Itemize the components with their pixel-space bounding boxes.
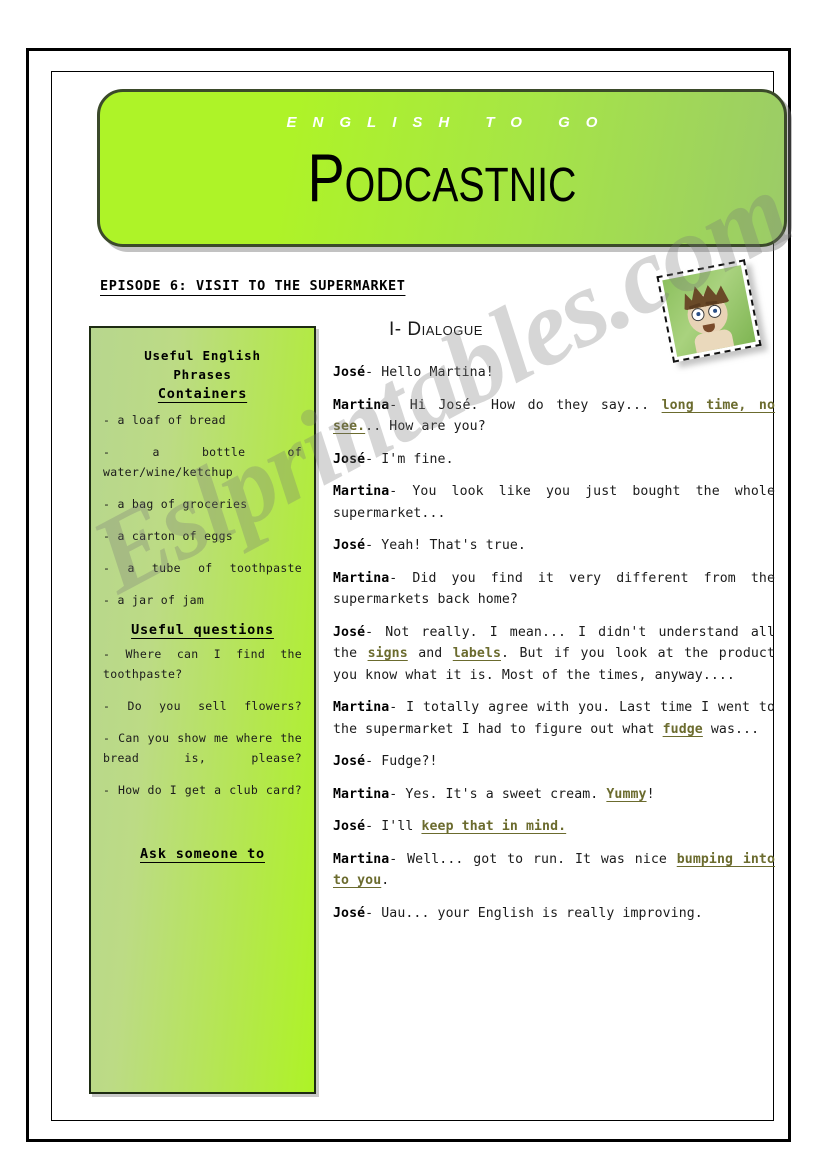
dialogue-text: . — [381, 873, 390, 888]
dialogue-text: - Fudge?! — [365, 754, 438, 769]
dialogue-line: José- Hello Martina! — [333, 362, 775, 384]
dialogue-transcript: José- Hello Martina! Martina- Hi José. Ho… — [333, 362, 775, 935]
dialogue-text: was... — [702, 721, 760, 737]
speaker-name: José — [333, 451, 366, 467]
highlighted-phrase: keep that in mind. — [421, 819, 567, 834]
dialogue-text: - I'll — [365, 819, 422, 834]
question-item-0: - Where can I find the toothpaste? — [103, 647, 302, 681]
photo-image — [662, 265, 756, 357]
useful-questions-list: - Where can I find the toothpaste? - Do y… — [103, 644, 302, 800]
podcastnic-banner: ENGLISH TO GO Podcastnic — [97, 89, 787, 247]
ask-someone-to-heading: Ask someone to — [140, 846, 265, 862]
dialogue-line: Martina- Well... got to run. It was nice… — [333, 849, 775, 892]
dialogue-text: - You look like you just bought the whol… — [333, 484, 775, 521]
dialogue-line: Martina- You look like you just bought t… — [333, 481, 775, 524]
question-item-2: - Can you show me where the bread is, pl… — [103, 731, 302, 765]
speaker-name: José — [333, 538, 366, 553]
speaker-name: Martina — [333, 700, 390, 715]
container-item-1: - a bottle of water/wine/ketchup — [103, 445, 302, 479]
useful-phrases-box: Useful English Phrases Containers - a lo… — [89, 326, 316, 1094]
highlighted-phrase: signs — [367, 646, 408, 661]
speaker-name: José — [333, 624, 366, 640]
speaker-name: Martina — [333, 786, 390, 802]
container-item-5: - a jar of jam — [103, 593, 205, 607]
speaker-name: Martina — [333, 397, 390, 413]
face-pupil-right — [712, 308, 718, 314]
character-photo — [656, 259, 762, 363]
dialogue-line: José- Fudge?! — [333, 751, 775, 773]
sidebar-heading-line1: Useful English — [144, 348, 261, 363]
dialogue-text: - I'm fine. — [365, 451, 454, 467]
banner-subtitle: ENGLISH TO GO — [286, 114, 614, 131]
dialogue-line: José- Yeah! That's true. — [333, 535, 775, 557]
speaker-name: José — [333, 365, 366, 380]
dialogue-section-heading: I- Dialogue — [389, 319, 483, 340]
dialogue-text: and — [407, 646, 453, 661]
page-frame: ENGLISH TO GO Podcastnic EPISODE 6: VISI… — [26, 48, 807, 1142]
speaker-name: José — [333, 905, 366, 921]
banner-title: Podcastnic — [307, 140, 577, 216]
face-pupil-left — [696, 311, 701, 317]
highlighted-phrase: fudge — [662, 721, 703, 737]
container-item-0: - a loaf of bread — [103, 413, 226, 427]
sidebar-heading-line2: Phrases — [173, 367, 232, 382]
dialogue-text: - Did you find it very different from th… — [333, 570, 775, 608]
dialogue-text: ! — [646, 786, 655, 802]
container-item-2: - a bag of groceries — [103, 497, 248, 511]
useful-questions-heading: Useful questions — [131, 622, 274, 638]
dialogue-line: José- I'll keep that in mind. — [333, 816, 775, 838]
speaker-name: José — [333, 754, 366, 769]
episode-title: EPISODE 6: VISIT TO THE SUPERMARKET — [100, 278, 406, 294]
dialogue-text: - Hi José. How do they say... — [389, 397, 662, 413]
speaker-name: José — [333, 819, 366, 834]
dialogue-text: - Yeah! That's true. — [365, 538, 526, 553]
dialogue-line: José- I'm fine. — [333, 449, 775, 471]
containers-heading: Containers — [157, 386, 248, 402]
dialogue-line: Martina- Hi José. How do they say... lon… — [333, 395, 775, 438]
dialogue-text: - Yes. It's a sweet cream. — [389, 786, 607, 802]
dialogue-line: José- Not really. I mean... I didn't und… — [333, 622, 775, 687]
question-item-1: - Do you sell flowers? — [103, 699, 302, 713]
dialogue-text: .. How are you? — [365, 419, 486, 434]
dialogue-text: - Uau... your English is really improvin… — [365, 905, 703, 921]
dialogue-text: - Well... got to run. It was nice — [389, 851, 677, 867]
dialogue-line: José- Uau... your English is really impr… — [333, 903, 775, 925]
speaker-name: Martina — [333, 851, 390, 867]
question-item-3: - How do I get a club card? — [103, 783, 302, 797]
containers-list: - a loaf of bread - a bottle of water/win… — [103, 410, 302, 610]
dialogue-line: Martina- I totally agree with you. Last … — [333, 697, 775, 740]
container-item-4: - a tube of toothpaste — [103, 561, 302, 575]
dialogue-line: Martina- Yes. It's a sweet cream. Yummy! — [333, 784, 775, 806]
highlighted-phrase: labels — [452, 646, 501, 661]
highlighted-phrase: Yummy — [606, 786, 647, 802]
dialogue-line: Martina- Did you find it very different … — [333, 568, 775, 611]
page-inner-border: ENGLISH TO GO Podcastnic EPISODE 6: VISI… — [51, 71, 807, 1121]
dialogue-text: - Hello Martina! — [365, 365, 494, 380]
speaker-name: Martina — [333, 570, 390, 586]
speaker-name: Martina — [333, 484, 390, 499]
container-item-3: - a carton of eggs — [103, 529, 234, 543]
